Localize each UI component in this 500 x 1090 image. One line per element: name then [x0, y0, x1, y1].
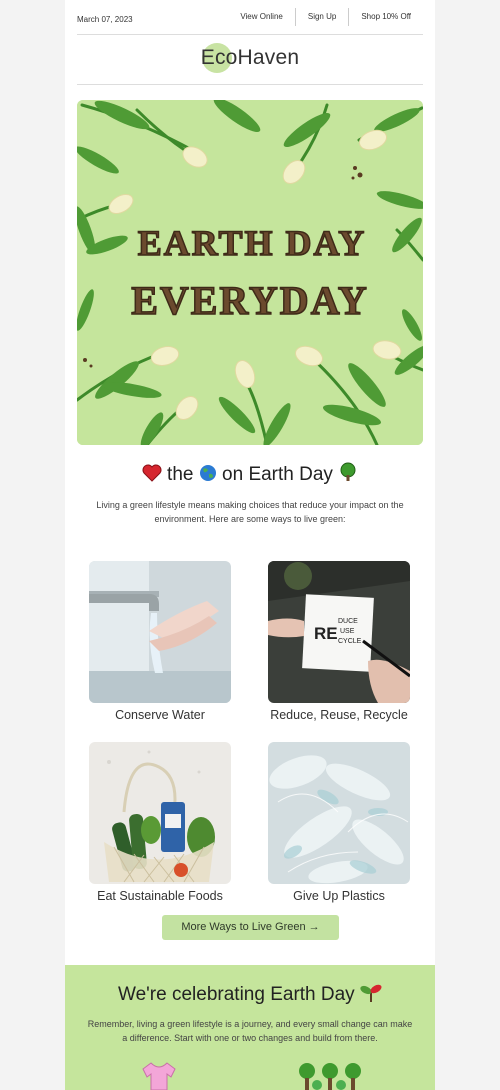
celebrate-section: We're celebrating Earth Day Remember, li… [65, 965, 435, 1090]
top-bar: March 07, 2023 View Online Sign Up Shop … [77, 8, 423, 35]
headline-post: on Earth Day [222, 464, 333, 485]
headline-pre: the [167, 464, 194, 485]
hero-illustration: EARTH DAY EVERYDAY [77, 100, 423, 445]
hero-line2-text: EVERYDAY [131, 278, 369, 323]
card-label: Eat Sustainable Foods [97, 889, 223, 903]
card-label: Give Up Plastics [293, 889, 385, 903]
plastic-waste-image[interactable] [268, 742, 410, 884]
top-nav: View Online Sign Up Shop 10% Off [228, 8, 423, 26]
trees-icon [299, 1063, 361, 1090]
note-use: USE [340, 628, 355, 635]
faucet-image[interactable] [89, 561, 231, 703]
shop-discount-link[interactable]: Shop 10% Off [348, 8, 423, 26]
shirt-icon [142, 1062, 176, 1090]
heart-icon [142, 464, 162, 482]
hero-image[interactable]: EARTH DAY EVERYDAY [77, 100, 423, 445]
view-online-link[interactable]: View Online [228, 8, 295, 26]
tree-icon [340, 462, 356, 481]
header: EcoHaven [77, 34, 423, 85]
intro-text: Living a green lifestyle means making ch… [96, 500, 404, 524]
sign-up-link[interactable]: Sign Up [294, 8, 348, 26]
card-reduce-reuse-recycle[interactable]: RE DUCE USE CYCLE Reduce, Reuse, Recycle [268, 561, 410, 722]
card-label: Reduce, Reuse, Recycle [270, 708, 408, 722]
recycle-note-image[interactable]: RE DUCE USE CYCLE [268, 561, 410, 703]
produce-bag-image[interactable] [89, 742, 231, 884]
email-container: March 07, 2023 View Online Sign Up Shop … [65, 0, 435, 1090]
brand-logo[interactable]: EcoHaven [77, 46, 423, 70]
card-conserve-water[interactable]: Conserve Water [89, 561, 231, 722]
note-cycle: CYCLE [338, 638, 362, 645]
card-give-up-plastics[interactable]: Give Up Plastics [268, 742, 410, 903]
sprout-icon [360, 984, 382, 1002]
globe-icon [199, 465, 216, 481]
hero-line1-text: EARTH DAY [138, 223, 366, 263]
celebrate-title: We're celebrating Earth Day [65, 981, 435, 1006]
more-ways-button[interactable]: More Ways to Live Green → [162, 915, 339, 940]
section-headline: the on Earth Day [65, 462, 435, 486]
note-duce: DUCE [338, 618, 358, 625]
date-label: March 07, 2023 [77, 15, 133, 24]
note-re: RE [314, 624, 338, 643]
card-eat-sustainable-foods[interactable]: Eat Sustainable Foods [89, 742, 231, 903]
celebrate-body: Remember, living a green lifestyle is a … [87, 1019, 413, 1043]
card-label: Conserve Water [115, 708, 205, 722]
